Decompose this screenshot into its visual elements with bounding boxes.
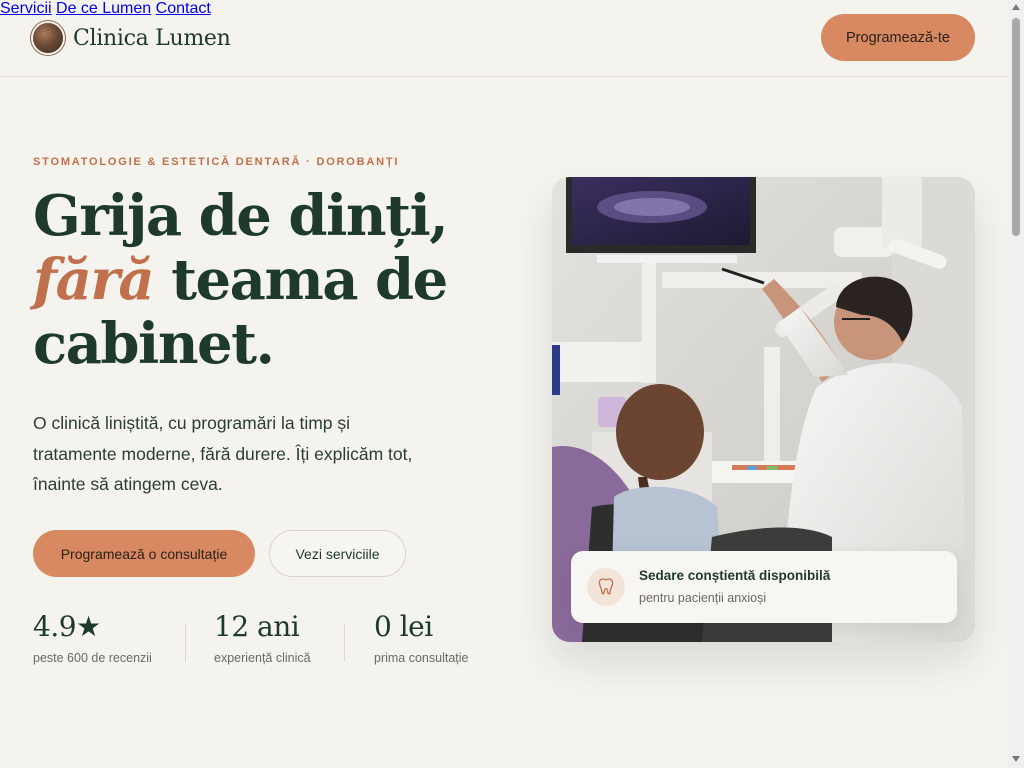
tooth-icon [587, 568, 625, 606]
page-scrollbar[interactable] [1008, 0, 1024, 768]
badge-title: Sedare conștientă disponibilă [639, 568, 831, 583]
stat-value: 12 ani [214, 610, 300, 643]
headline-line-2: teama de [153, 247, 448, 313]
stat-label: peste 600 de recenzii [33, 651, 152, 665]
headline-line-1: Grija de dinți, [33, 183, 449, 249]
headline-line-3: cabinet. [33, 311, 275, 377]
stat-rating: 4.9★ peste 600 de recenzii [33, 610, 152, 665]
stat-label: experiență clinică [214, 651, 311, 665]
hero-headline: Grija de dinți, fără teama de cabinet. [33, 184, 513, 376]
scroll-down-arrow-icon[interactable] [1012, 756, 1020, 762]
logo-mark-icon [33, 23, 63, 53]
stat-label: prima consultație [374, 651, 469, 665]
stat-value: 0 lei [374, 610, 433, 643]
logo[interactable]: Clinica Lumen [33, 23, 231, 53]
hero-eyebrow: STOMATOLOGIE & ESTETICĂ DENTARĂ · DOROBA… [33, 156, 400, 168]
nav-item-contact[interactable]: Contact [156, 0, 211, 17]
nav-item-de-ce-lumen[interactable]: De ce Lumen [56, 0, 151, 17]
stat-divider [344, 624, 345, 662]
scroll-up-arrow-icon[interactable] [1012, 4, 1020, 10]
scroll-thumb[interactable] [1012, 18, 1020, 236]
stat-divider [185, 624, 186, 662]
header-booking-button[interactable]: Programează-te [821, 14, 975, 61]
site-header: Clinica Lumen Servicii De ce Lumen Conta… [0, 0, 1008, 77]
stat-first-consultation: 0 lei prima consultație [374, 610, 469, 665]
hero-lead: O clinică liniștită, cu programări la ti… [33, 413, 413, 494]
view-services-button[interactable]: Vezi serviciile [269, 530, 406, 577]
tooth-glyph [598, 578, 614, 595]
badge-subtitle: pentru pacienții anxioși [639, 591, 767, 605]
nav-item-servicii[interactable]: Servicii [0, 0, 52, 17]
headline-accent: fără [33, 247, 155, 313]
book-consultation-button[interactable]: Programează o consultație [33, 530, 255, 577]
stat-experience: 12 ani experiență clinică [214, 610, 311, 665]
logo-text: Clinica Lumen [73, 25, 231, 51]
sedation-badge: Sedare conștientă disponibilă pentru pac… [571, 551, 957, 623]
stat-value: 4.9★ [33, 610, 101, 643]
